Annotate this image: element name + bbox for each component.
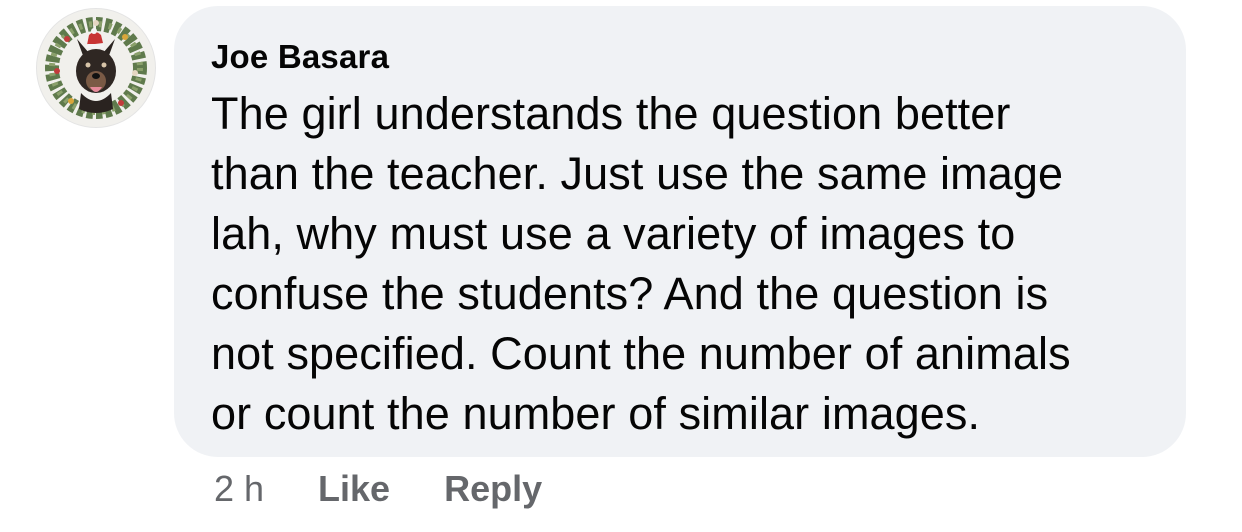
comment-timestamp[interactable]: 2 h (214, 468, 264, 510)
comment-actions: 2 h Like Reply (214, 466, 596, 512)
comment-author[interactable]: Joe Basara (211, 36, 1150, 78)
comment-text: The girl understands the question better… (211, 88, 1071, 439)
comment-bubble: Joe Basara The girl understands the ques… (174, 6, 1186, 457)
like-button[interactable]: Like (318, 468, 390, 510)
dog-wreath-avatar-icon (45, 17, 147, 119)
reply-button[interactable]: Reply (444, 468, 542, 510)
avatar[interactable] (36, 8, 156, 128)
